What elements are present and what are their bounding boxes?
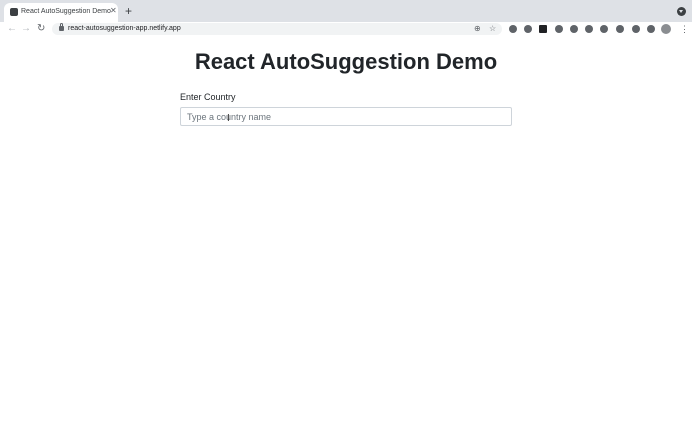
puzzle-icon[interactable] xyxy=(647,25,655,33)
browser-window: React AutoSuggestion Demo ✕ + ← → ↻ reac… xyxy=(0,0,692,432)
extension-icon[interactable] xyxy=(600,25,608,33)
lock-icon[interactable] xyxy=(59,23,64,31)
text-cursor-icon: I xyxy=(227,113,230,124)
extension-icon[interactable] xyxy=(616,25,624,33)
browser-toolbar: ← → ↻ react-autosuggestion-app.netlify.a… xyxy=(0,22,692,36)
extension-icon[interactable] xyxy=(524,25,532,33)
menu-icon[interactable]: ⋮ xyxy=(680,22,689,36)
zoom-icon[interactable]: ⊕ xyxy=(474,23,481,35)
tab-title: React AutoSuggestion Demo xyxy=(21,8,111,15)
country-label: Enter Country xyxy=(180,92,236,102)
tab-search-icon[interactable] xyxy=(677,7,686,16)
extension-icon[interactable] xyxy=(632,25,640,33)
country-input[interactable] xyxy=(180,107,512,126)
tab-close-icon[interactable]: ✕ xyxy=(110,6,117,16)
extension-icon[interactable] xyxy=(570,25,578,33)
address-bar[interactable]: react-autosuggestion-app.netlify.app ⊕ ☆ xyxy=(52,23,502,35)
tab-strip: React AutoSuggestion Demo ✕ + xyxy=(0,0,692,22)
extension-icon[interactable] xyxy=(585,25,593,33)
page-content: React AutoSuggestion Demo Enter Country … xyxy=(0,36,692,432)
avatar[interactable] xyxy=(661,24,671,34)
extension-icon[interactable] xyxy=(509,25,517,33)
forward-button[interactable]: → xyxy=(21,22,31,36)
reload-button[interactable]: ↻ xyxy=(37,22,45,36)
browser-tab[interactable]: React AutoSuggestion Demo ✕ xyxy=(4,3,118,22)
favicon-icon xyxy=(10,8,18,16)
extension-icon[interactable] xyxy=(555,25,563,33)
new-tab-button[interactable]: + xyxy=(125,4,132,18)
bookmark-star-icon[interactable]: ☆ xyxy=(489,23,496,35)
page-title: React AutoSuggestion Demo xyxy=(194,49,498,74)
back-button[interactable]: ← xyxy=(7,22,17,36)
url-text[interactable]: react-autosuggestion-app.netlify.app xyxy=(68,24,181,34)
extension-icon[interactable] xyxy=(539,25,547,33)
